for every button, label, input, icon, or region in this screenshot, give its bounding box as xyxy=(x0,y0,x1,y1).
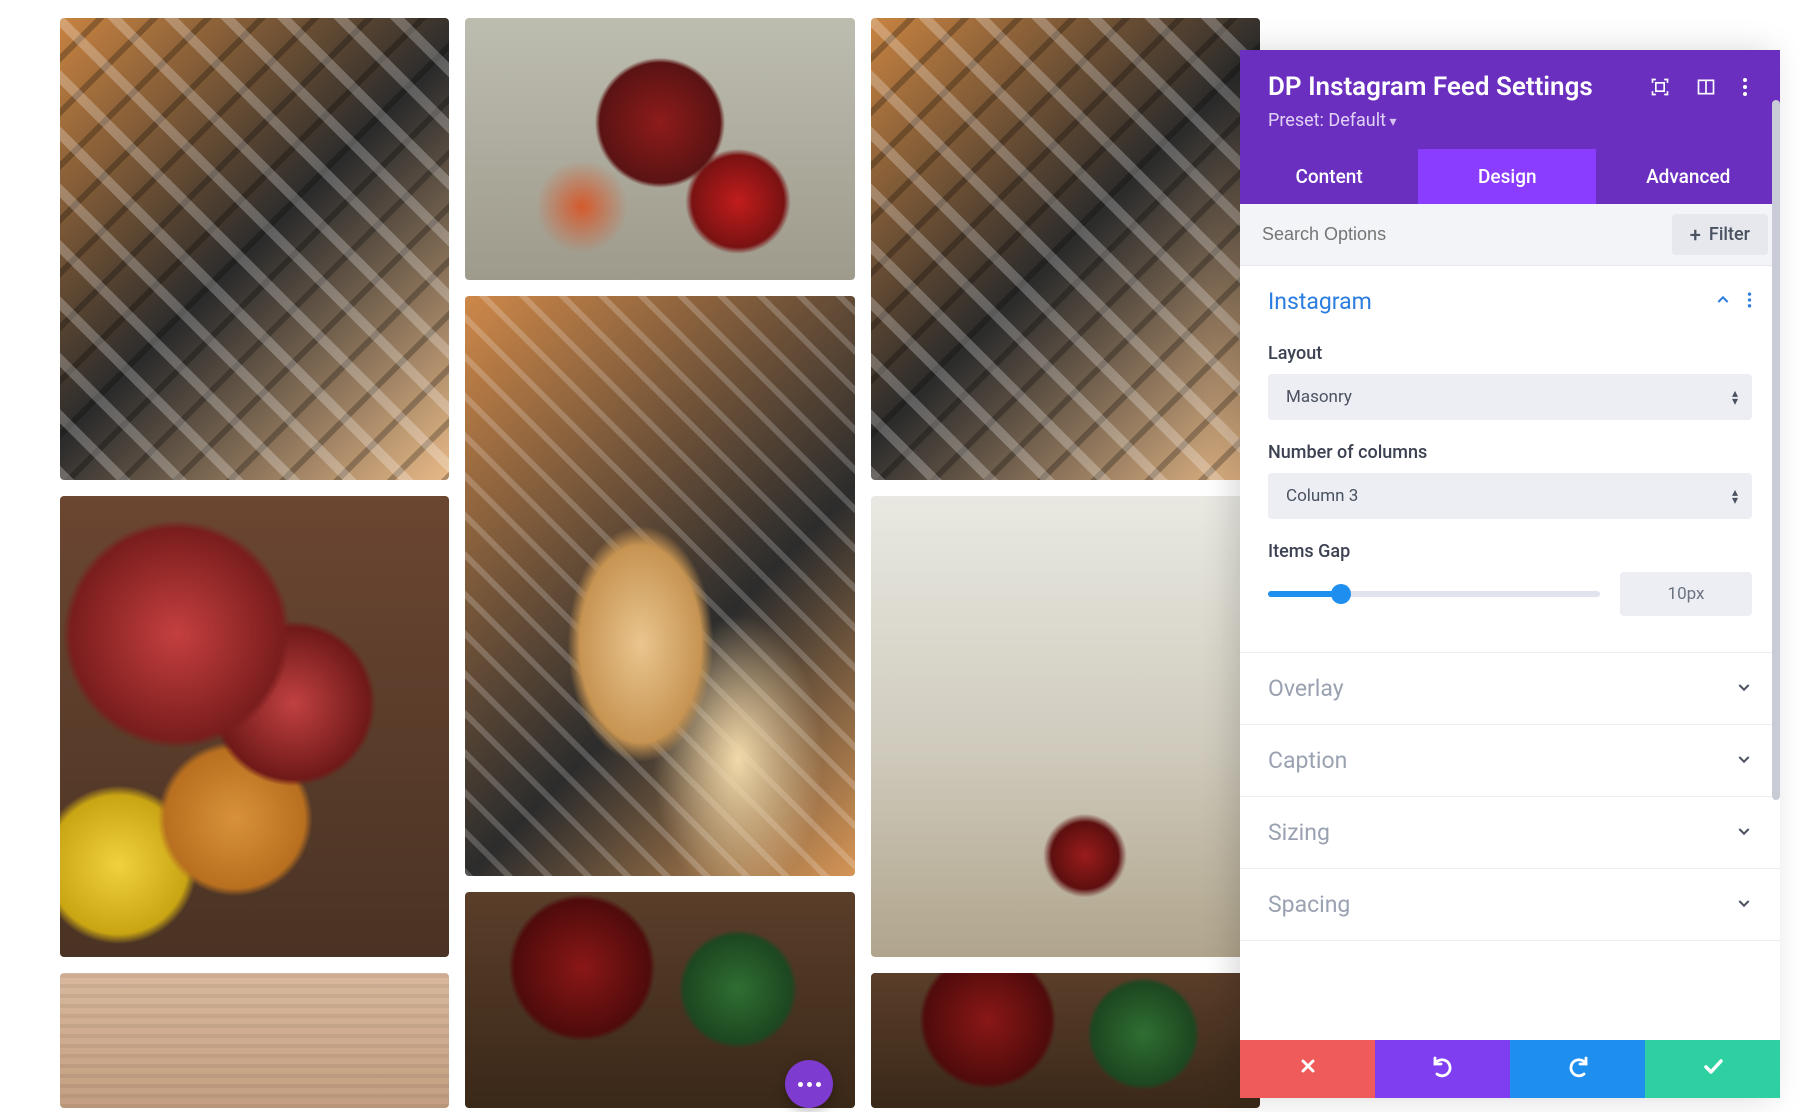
columns-select[interactable]: Column 3 ▴▾ xyxy=(1268,473,1752,519)
filter-button-label: Filter xyxy=(1709,224,1750,245)
columns-value: Column 3 xyxy=(1286,486,1358,506)
gallery-item[interactable] xyxy=(60,18,449,480)
section-head-spacing[interactable]: Spacing xyxy=(1240,869,1780,940)
section-caption: Caption xyxy=(1240,725,1780,797)
action-bar xyxy=(1240,1040,1780,1098)
tab-design[interactable]: Design xyxy=(1418,149,1596,204)
expand-icon[interactable] xyxy=(1650,77,1670,97)
gap-slider[interactable] xyxy=(1268,582,1600,606)
section-spacing: Spacing xyxy=(1240,869,1780,941)
section-head-sizing[interactable]: Sizing xyxy=(1240,797,1780,868)
chevron-down-icon xyxy=(1736,895,1752,915)
settings-panel: DP Instagram Feed Settings Preset: Defau… xyxy=(1240,50,1780,1098)
section-overlay: Overlay xyxy=(1240,653,1780,725)
gallery-item[interactable] xyxy=(60,496,449,958)
cancel-button[interactable] xyxy=(1240,1040,1375,1098)
redo-icon xyxy=(1566,1054,1590,1084)
filter-button[interactable]: + Filter xyxy=(1672,214,1768,255)
redo-button[interactable] xyxy=(1510,1040,1645,1098)
slider-thumb[interactable] xyxy=(1331,584,1351,604)
search-row: + Filter xyxy=(1240,204,1780,266)
section-head-overlay[interactable]: Overlay xyxy=(1240,653,1780,724)
tab-advanced[interactable]: Advanced xyxy=(1596,149,1780,204)
close-icon xyxy=(1298,1056,1318,1082)
section-head-caption[interactable]: Caption xyxy=(1240,725,1780,796)
gallery-item[interactable] xyxy=(465,18,854,280)
preset-label: Preset: Default xyxy=(1268,110,1386,131)
gallery-item[interactable] xyxy=(871,496,1260,958)
select-arrows-icon: ▴▾ xyxy=(1732,488,1738,504)
kebab-icon[interactable] xyxy=(1742,77,1748,97)
chevron-down-icon xyxy=(1736,823,1752,843)
section-title: Instagram xyxy=(1268,288,1372,315)
section-title: Sizing xyxy=(1268,819,1330,846)
undo-button[interactable] xyxy=(1375,1040,1510,1098)
check-icon xyxy=(1701,1054,1725,1084)
panel-title: DP Instagram Feed Settings xyxy=(1268,72,1650,102)
gallery xyxy=(60,18,1260,1108)
kebab-icon[interactable] xyxy=(1747,291,1752,313)
snap-icon[interactable] xyxy=(1696,77,1716,97)
layout-select[interactable]: Masonry ▴▾ xyxy=(1268,374,1752,420)
gallery-item[interactable] xyxy=(465,296,854,876)
panel-body: Instagram Layout Masonry ▴▾ Number of co… xyxy=(1240,266,1780,1040)
chevron-down-icon xyxy=(1736,751,1752,771)
panel-header: DP Instagram Feed Settings Preset: Defau… xyxy=(1240,50,1780,149)
select-arrows-icon: ▴▾ xyxy=(1732,389,1738,405)
section-instagram: Instagram Layout Masonry ▴▾ Number of co… xyxy=(1240,266,1780,653)
section-sizing: Sizing xyxy=(1240,797,1780,869)
plus-icon: + xyxy=(1690,225,1701,245)
columns-label: Number of columns xyxy=(1268,442,1752,463)
preset-selector[interactable]: Preset: Default xyxy=(1268,110,1752,131)
tabs: Content Design Advanced xyxy=(1240,149,1780,204)
gallery-item[interactable] xyxy=(871,18,1260,480)
save-button[interactable] xyxy=(1645,1040,1780,1098)
section-head-instagram[interactable]: Instagram xyxy=(1240,266,1780,337)
search-input[interactable] xyxy=(1240,208,1672,261)
section-title: Overlay xyxy=(1268,675,1344,702)
chevron-down-icon xyxy=(1736,679,1752,699)
layout-value: Masonry xyxy=(1286,387,1352,407)
layout-label: Layout xyxy=(1268,343,1752,364)
undo-icon xyxy=(1431,1054,1455,1084)
section-title: Caption xyxy=(1268,747,1347,774)
gap-value[interactable]: 10px xyxy=(1620,572,1752,616)
gallery-item[interactable] xyxy=(60,973,449,1108)
gallery-item[interactable] xyxy=(871,973,1260,1108)
section-title: Spacing xyxy=(1268,891,1350,918)
gap-label: Items Gap xyxy=(1268,541,1752,562)
tab-content[interactable]: Content xyxy=(1240,149,1418,204)
chevron-up-icon xyxy=(1715,292,1731,312)
module-actions-fab[interactable] xyxy=(785,1060,833,1108)
